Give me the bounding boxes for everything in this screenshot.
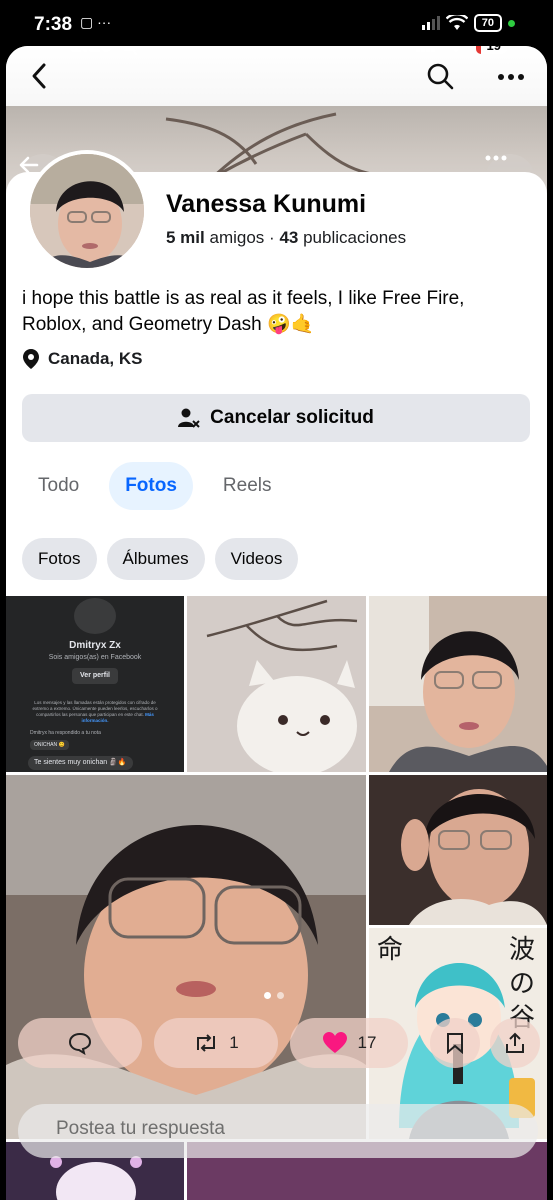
photo-glasses-touch[interactable] (369, 775, 547, 925)
share-icon (506, 1032, 524, 1053)
comment-icon (68, 1032, 92, 1055)
tab-fotos[interactable]: Fotos (109, 462, 193, 510)
friends-label[interactable]: amigos (209, 228, 264, 247)
location-text: Canada, KS (48, 349, 143, 368)
photo-plush-tree[interactable] (187, 596, 366, 772)
photo-selfie-car[interactable] (369, 596, 547, 772)
screenshot-sheet: 1:20 19 (6, 46, 547, 1200)
more-dots-icon (485, 155, 507, 161)
chat-name: Dmitryx Zx (69, 640, 121, 651)
svg-text:命: 命 (377, 935, 403, 965)
chip-videos[interactable]: Videos (214, 538, 299, 580)
notification-icons: ▢ ··· (80, 14, 112, 30)
search-icon[interactable] (424, 60, 456, 92)
avatar[interactable] (26, 150, 148, 272)
photo-closeup-large[interactable] (6, 775, 366, 1139)
repost-icon (197, 1034, 216, 1052)
profile-stats: 5 mil amigos · 43 publicaciones (166, 228, 406, 248)
tab-todo[interactable]: Todo (22, 462, 95, 510)
person-cancel-icon (178, 408, 200, 428)
heart-icon (322, 1032, 347, 1053)
svg-text:の: の (509, 969, 535, 999)
profile-name: Vanessa Kunumi (166, 190, 367, 218)
reply-input[interactable]: Postea tu respuesta (18, 1104, 538, 1158)
chat-view-profile: Ver perfil (72, 668, 118, 684)
location-pin-icon (23, 349, 39, 369)
profile-header: Vanessa Kunumi 5 mil amigos · 43 publica… (6, 150, 547, 602)
pager-dot-active (264, 992, 271, 999)
reply-placeholder: Postea tu respuesta (56, 1118, 225, 1139)
pager-dot (277, 992, 284, 999)
mic-indicator (508, 19, 515, 27)
chat-notice: Los mensajes y las llamadas están proteg… (32, 700, 158, 717)
bookmark-icon (447, 1033, 463, 1054)
inner-battery: 19 (475, 46, 507, 54)
inner-signal-icon (415, 46, 435, 52)
profile-bio: i hope this battle is as real as it feel… (22, 288, 465, 335)
reply-button[interactable] (18, 1018, 142, 1068)
mute-icon (124, 46, 138, 56)
bookmark-button[interactable] (430, 1018, 480, 1068)
glasses-touch-image (369, 775, 547, 925)
posts-label: publicaciones (303, 228, 407, 247)
friends-count[interactable]: 5 mil (166, 228, 205, 247)
like-button[interactable]: 17 (290, 1018, 408, 1068)
carousel-pager (264, 992, 284, 999)
chat-subtitle: Sois amigos(as) en Facebook (48, 654, 142, 661)
repost-button[interactable]: 1 (154, 1018, 278, 1068)
more-icon[interactable] (494, 60, 528, 92)
photo-filter-chips: Fotos Álbumes Videos (22, 538, 299, 580)
outer-battery: 70 (473, 14, 502, 32)
chat-note: ONICHAN 😊 (30, 740, 69, 750)
inner-wifi-icon (452, 47, 459, 53)
profile-tabs: Todo Fotos Reels (22, 462, 288, 510)
outer-status-bar: 7:38 ▢ ··· 70 (0, 0, 553, 48)
like-count: 17 (357, 1033, 377, 1052)
wifi-icon (445, 15, 468, 30)
tab-reels[interactable]: Reels (207, 462, 288, 510)
repost-count: 1 (229, 1033, 239, 1052)
profile-location: Canada, KS (22, 348, 142, 370)
post-action-bar: 1 17 (18, 1018, 540, 1068)
avatar-image (30, 154, 144, 268)
closeup-image (6, 775, 366, 1139)
share-button[interactable] (490, 1018, 540, 1068)
svg-text:波: 波 (509, 935, 535, 965)
inner-time: 1:20 (70, 46, 112, 58)
cancel-request-button[interactable]: Cancelar solicitud (22, 394, 530, 442)
chip-fotos[interactable]: Fotos (22, 538, 97, 580)
posts-count: 43 (279, 228, 299, 247)
chip-albumes[interactable]: Álbumes (106, 538, 205, 580)
chat-message: Te sientes muy onichan 🗿🔥 (28, 756, 133, 770)
chat-replied: Dmitryx ha respondido a tu nota (30, 730, 101, 736)
inner-status-bar: 1:20 19 (6, 46, 547, 64)
signal-icon (421, 16, 440, 30)
stats-separator: · (269, 228, 275, 247)
selfie-image (369, 596, 547, 772)
cancel-request-label: Cancelar solicitud (210, 407, 374, 428)
plush-tree-image (187, 596, 366, 772)
outer-time: 7:38 (34, 14, 73, 35)
back-chevron-icon[interactable] (26, 60, 54, 92)
chat-avatar (74, 598, 116, 634)
photo-chat-screenshot[interactable]: Dmitryx Zx Sois amigos(as) en Facebook V… (6, 596, 184, 772)
